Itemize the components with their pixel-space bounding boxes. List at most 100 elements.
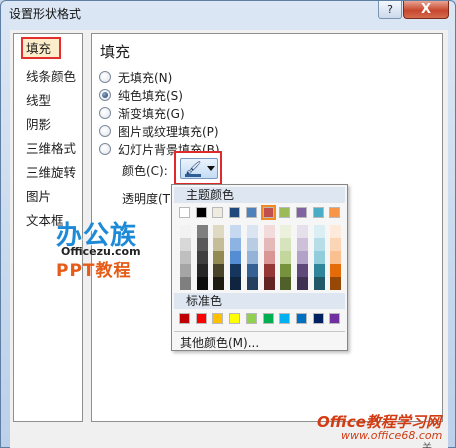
option-label: 渐变填充(G) bbox=[118, 107, 185, 121]
theme-tint-swatch[interactable] bbox=[280, 251, 292, 264]
standard-color-swatch[interactable] bbox=[262, 313, 274, 324]
theme-tint-swatch[interactable] bbox=[180, 277, 191, 290]
nav-item-3d-format[interactable]: 三维格式 bbox=[26, 138, 76, 157]
title-bar[interactable]: 设置形状格式 ? X bbox=[1, 1, 455, 29]
option-label: 纯色填充(S) bbox=[118, 89, 183, 103]
close-button[interactable]: X bbox=[403, 1, 449, 19]
theme-tint-swatch[interactable] bbox=[180, 264, 191, 277]
radio-slide-background-fill[interactable] bbox=[99, 143, 111, 155]
theme-tint-swatch[interactable] bbox=[230, 225, 242, 238]
theme-tint-swatch[interactable] bbox=[196, 264, 208, 277]
theme-tint-swatch[interactable] bbox=[230, 251, 242, 264]
theme-tint-swatch[interactable] bbox=[330, 251, 342, 264]
theme-tint-swatch[interactable] bbox=[263, 277, 275, 290]
color-picker-highlight: 🖌 bbox=[174, 151, 222, 185]
theme-tint-swatch[interactable] bbox=[313, 264, 325, 277]
nav-item-fill[interactable]: 填充 bbox=[21, 37, 61, 59]
standard-color-swatch[interactable] bbox=[329, 313, 341, 324]
theme-color-swatch[interactable] bbox=[329, 207, 341, 218]
theme-tint-swatch[interactable] bbox=[330, 264, 342, 277]
theme-tint-swatch[interactable] bbox=[313, 251, 325, 264]
theme-tint-swatch[interactable] bbox=[296, 251, 308, 264]
theme-color-swatch[interactable] bbox=[179, 207, 190, 218]
theme-tint-swatch[interactable] bbox=[246, 251, 258, 264]
theme-tint-swatch[interactable] bbox=[296, 238, 308, 251]
theme-tint-swatch[interactable] bbox=[246, 225, 258, 238]
theme-colors-header: 主题颜色 bbox=[174, 187, 345, 203]
watermark-site-url: www.office68.com bbox=[341, 429, 443, 442]
theme-tint-swatch[interactable] bbox=[296, 264, 308, 277]
option-label: 图片或纹理填充(P) bbox=[118, 125, 219, 139]
theme-color-swatch[interactable] bbox=[312, 207, 324, 218]
theme-tint-swatch[interactable] bbox=[263, 264, 275, 277]
theme-color-swatch[interactable] bbox=[260, 205, 276, 220]
panel-title: 填充 bbox=[100, 43, 131, 61]
theme-tint-swatch[interactable] bbox=[263, 238, 275, 251]
standard-color-swatch[interactable] bbox=[195, 313, 207, 324]
theme-tint-swatch[interactable] bbox=[196, 225, 208, 238]
theme-tint-swatch[interactable] bbox=[196, 277, 208, 290]
help-button[interactable]: ? bbox=[378, 1, 402, 19]
theme-tint-swatch[interactable] bbox=[196, 238, 208, 251]
theme-tint-swatch[interactable] bbox=[246, 277, 258, 290]
current-color-bar bbox=[185, 174, 201, 177]
nav-item-picture[interactable]: 图片 bbox=[26, 186, 51, 205]
theme-tint-swatch[interactable] bbox=[213, 264, 225, 277]
theme-tint-swatch[interactable] bbox=[263, 251, 275, 264]
more-colors-item[interactable]: 其他颜色(M)... bbox=[180, 334, 259, 351]
standard-color-swatch[interactable] bbox=[245, 313, 257, 324]
theme-tint-swatch[interactable] bbox=[230, 238, 242, 251]
theme-tint-swatch[interactable] bbox=[313, 225, 325, 238]
nav-item-3d-rotation[interactable]: 三维旋转 bbox=[26, 162, 76, 181]
theme-tint-swatch[interactable] bbox=[213, 251, 225, 264]
theme-color-swatch[interactable] bbox=[279, 207, 291, 218]
theme-tint-swatch[interactable] bbox=[296, 225, 308, 238]
watermark-ppt-text: PPT教程 bbox=[56, 261, 132, 281]
theme-tint-swatch[interactable] bbox=[263, 225, 275, 238]
theme-tint-swatch[interactable] bbox=[213, 238, 225, 251]
theme-tint-swatch[interactable] bbox=[180, 251, 191, 264]
theme-tint-swatch[interactable] bbox=[330, 277, 342, 290]
standard-color-swatch[interactable] bbox=[312, 313, 324, 324]
theme-tint-swatch[interactable] bbox=[280, 264, 292, 277]
theme-tint-swatch[interactable] bbox=[196, 251, 208, 264]
theme-tint-swatch[interactable] bbox=[296, 277, 308, 290]
radio-no-fill[interactable] bbox=[99, 71, 111, 83]
theme-tint-swatch[interactable] bbox=[313, 277, 325, 290]
radio-solid-fill[interactable] bbox=[99, 89, 111, 101]
theme-tint-swatch[interactable] bbox=[330, 225, 342, 238]
theme-tint-swatch[interactable] bbox=[246, 264, 258, 277]
standard-color-swatch[interactable] bbox=[212, 313, 224, 324]
standard-color-swatch[interactable] bbox=[229, 313, 241, 324]
theme-tint-swatch[interactable] bbox=[313, 238, 325, 251]
theme-tint-swatch[interactable] bbox=[180, 225, 191, 238]
theme-color-swatch[interactable] bbox=[195, 207, 207, 218]
chevron-down-icon bbox=[207, 166, 215, 171]
nav-item-line-color[interactable]: 线条颜色 bbox=[26, 66, 76, 85]
standard-colors-header: 标准色 bbox=[174, 293, 345, 309]
option-label: 无填充(N) bbox=[118, 71, 173, 85]
theme-tint-swatch[interactable] bbox=[213, 277, 225, 290]
radio-picture-texture-fill[interactable] bbox=[99, 125, 111, 137]
nav-item-shadow[interactable]: 阴影 bbox=[26, 114, 51, 133]
theme-tint-swatch[interactable] bbox=[230, 277, 242, 290]
theme-tint-swatch[interactable] bbox=[180, 238, 191, 251]
theme-tint-swatch[interactable] bbox=[230, 264, 242, 277]
theme-color-swatch[interactable] bbox=[212, 207, 224, 218]
theme-tint-swatch[interactable] bbox=[280, 238, 292, 251]
theme-tint-swatch[interactable] bbox=[246, 238, 258, 251]
color-dropdown-button[interactable]: 🖌 bbox=[180, 158, 218, 179]
nav-item-line-style[interactable]: 线型 bbox=[26, 90, 51, 109]
theme-tint-swatch[interactable] bbox=[213, 225, 225, 238]
radio-gradient-fill[interactable] bbox=[99, 107, 111, 119]
theme-tint-swatch[interactable] bbox=[280, 225, 292, 238]
standard-color-swatch[interactable] bbox=[179, 313, 190, 324]
standard-color-swatch[interactable] bbox=[279, 313, 291, 324]
menu-separator bbox=[174, 331, 345, 332]
theme-color-swatch[interactable] bbox=[295, 207, 307, 218]
theme-color-swatch[interactable] bbox=[229, 207, 241, 218]
theme-tint-swatch[interactable] bbox=[330, 238, 342, 251]
theme-color-swatch[interactable] bbox=[245, 207, 257, 218]
standard-color-swatch[interactable] bbox=[295, 313, 307, 324]
theme-tint-swatch[interactable] bbox=[280, 277, 292, 290]
